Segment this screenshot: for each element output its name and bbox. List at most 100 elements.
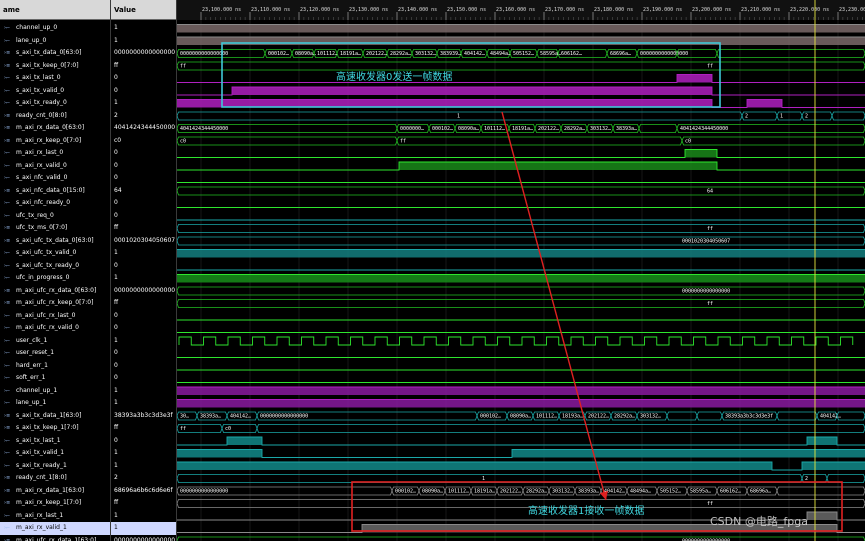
signal-row-user-reset-1[interactable]: ›⌐ user_reset_1 bbox=[0, 347, 110, 360]
value-column-header[interactable]: Value bbox=[111, 0, 176, 20]
signal-row-s-axi-tx-ready-1[interactable]: ›⌐ s_axi_tx_ready_1 bbox=[0, 460, 110, 473]
signal-row-lane-up-0[interactable]: ›⌐ lane_up_0 bbox=[0, 35, 110, 48]
bus-value-label: 18191a… bbox=[340, 51, 361, 57]
signal-row-s-axi-tx-data-0-63-0-[interactable]: ›≡ s_axi_tx_data_0[63:0] bbox=[0, 47, 110, 60]
signal-value: 64 bbox=[114, 186, 122, 194]
signal-row-ready-cnt-0-8-0-[interactable]: ›≡ ready_cnt_0[8:0] bbox=[0, 110, 110, 123]
bit-icon: ›⌐ bbox=[4, 175, 11, 181]
signal-row-s-axi-tx-last-1[interactable]: ›⌐ s_axi_tx_last_1 bbox=[0, 435, 110, 448]
bus-value-label: 0000000000000000 bbox=[682, 289, 730, 295]
signal-row-ufc-in-progress-0[interactable]: ›⌐ ufc_in_progress_0 bbox=[0, 272, 110, 285]
bit-icon: ›⌐ bbox=[4, 37, 11, 44]
signal-row-channel-up-1[interactable]: ›⌐ channel_up_1 bbox=[0, 385, 110, 398]
signal-value: 2 bbox=[114, 474, 118, 481]
signal-row-user-clk-1[interactable]: ›⌐ user_clk_1 bbox=[0, 335, 110, 348]
signal-row-s-axi-tx-ready-0[interactable]: ›⌐ s_axi_tx_ready_0 bbox=[0, 97, 110, 110]
signal-row-s-axi-tx-data-1-63-0-[interactable]: ›≡ s_axi_tx_data_1[63:0] bbox=[0, 410, 110, 423]
signal-row-s-axi-tx-valid-0[interactable]: ›⌐ s_axi_tx_valid_0 bbox=[0, 85, 110, 98]
signal-row-ready-cnt-1-8-0-[interactable]: ›≡ ready_cnt_1[8:0] bbox=[0, 472, 110, 485]
bit-icon: ›⌐ bbox=[4, 512, 11, 519]
signal-row-lane-up-1[interactable]: ›⌐ lane_up_1 bbox=[0, 397, 110, 410]
ruler-label: 23,180.000 ns bbox=[594, 7, 633, 13]
bit-icon: ›⌐ bbox=[4, 362, 11, 369]
signal-row-s-axi-ufc-tx-ready-0[interactable]: ›⌐ s_axi_ufc_tx_ready_0 bbox=[0, 260, 110, 273]
signal-name: s_axi_tx_keep_0[7:0] bbox=[16, 61, 79, 69]
bus-value-label: 606162… bbox=[561, 51, 582, 57]
signal-value: 1 bbox=[114, 386, 118, 394]
signal-row-s-axi-nfc-ready-0[interactable]: ›⌐ s_axi_nfc_ready_0 bbox=[0, 197, 110, 210]
signal-row-m-axi-rx-last-0[interactable]: ›⌐ m_axi_rx_last_0 bbox=[0, 147, 110, 160]
name-column-header[interactable]: ame bbox=[0, 0, 110, 20]
signal-row-s-axi-nfc-valid-0[interactable]: ›⌐ s_axi_nfc_valid_0 bbox=[0, 172, 110, 185]
signal-row-hard-err-1[interactable]: ›⌐ hard_err_1 bbox=[0, 360, 110, 373]
bit-icon: ›⌐ bbox=[4, 162, 11, 169]
signal-row-m-axi-rx-keep-0-7-0-[interactable]: ›≡ m_axi_rx_keep_0[7:0] bbox=[0, 135, 110, 148]
bus-value-label: 18191a… bbox=[474, 489, 495, 495]
signal-value: ff bbox=[114, 299, 119, 306]
signal-row-m-axi-ufc-rx-keep-0-7-0-[interactable]: ›≡ m_axi_ufc_rx_keep_0[7:0] bbox=[0, 297, 110, 310]
bit-icon: ›⌐ bbox=[4, 200, 11, 206]
signal-row-s-axi-ufc-tx-valid-0[interactable]: ›⌐ s_axi_ufc_tx_valid_0 bbox=[0, 247, 110, 260]
signal-row-m-axi-rx-data-0-63-0-[interactable]: ›≡ m_axi_rx_data_0[63:0] bbox=[0, 122, 110, 135]
bus-value-label: 08090a… bbox=[295, 51, 316, 57]
signal-row-channel-up-0[interactable]: ›⌐ channel_up_0 bbox=[0, 22, 110, 35]
signal-name: soft_err_1 bbox=[16, 374, 46, 381]
bit-icon: ›⌐ bbox=[4, 87, 11, 94]
waveform-canvas[interactable]: 23,100.000 ns 23,110.000 ns 23,120.000 ns 2… bbox=[177, 0, 865, 541]
bus-value-label: 4041424344450000 bbox=[180, 126, 228, 132]
signal-name: m_axi_ufc_rx_keep_0[7:0] bbox=[16, 299, 94, 306]
signal-high-fill bbox=[177, 449, 262, 458]
signal-row-s-axi-tx-keep-0-7-0-[interactable]: ›≡ s_axi_tx_keep_0[7:0] bbox=[0, 60, 110, 73]
signal-row-s-axi-tx-last-0[interactable]: ›⌐ s_axi_tx_last_0 bbox=[0, 72, 110, 85]
bus-value-label: 202122… bbox=[538, 126, 559, 132]
signal-high-fill bbox=[685, 149, 717, 158]
bus-value-label: 303132… bbox=[552, 489, 573, 495]
signal-row-m-axi-rx-keep-1-7-0-[interactable]: ›≡ m_axi_rx_keep_1[7:0] bbox=[0, 497, 110, 510]
signal-row-soft-err-1[interactable]: ›⌐ soft_err_1 bbox=[0, 372, 110, 385]
signal-row-m-axi-ufc-rx-last-0[interactable]: ›⌐ m_axi_ufc_rx_last_0 bbox=[0, 310, 110, 323]
bus-value-label: 0000000000000000 bbox=[260, 414, 308, 420]
signal-high-fill bbox=[747, 99, 782, 108]
signal-row-m-axi-rx-last-1[interactable]: ›⌐ m_axi_rx_last_1 bbox=[0, 510, 110, 523]
signal-value: 0 bbox=[114, 311, 118, 319]
signal-name: s_axi_ufc_tx_data_0[63:0] bbox=[16, 236, 94, 244]
bit-icon: ›⌐ bbox=[4, 212, 11, 219]
bus-icon: ›≡ bbox=[4, 62, 11, 69]
signal-row-ufc-tx-req-0[interactable]: ›⌐ ufc_tx_req_0 bbox=[0, 210, 110, 223]
signal-row-m-axi-rx-data-1-63-0-[interactable]: ›≡ m_axi_rx_data_1[63:0] bbox=[0, 485, 110, 498]
bit-icon: ›⌐ bbox=[4, 437, 11, 444]
signal-row-m-axi-ufc-rx-data-0-63-0-[interactable]: ›≡ m_axi_ufc_rx_data_0[63:0] bbox=[0, 285, 110, 298]
signal-name: m_axi_rx_valid_0 bbox=[16, 161, 67, 169]
bus-value-label: 000102… bbox=[432, 126, 453, 132]
signal-row-s-axi-nfc-data-0-15-0-[interactable]: ›≡ s_axi_nfc_data_0[15:0] bbox=[0, 185, 110, 198]
bus-icon: ›≡ bbox=[4, 287, 11, 294]
signal-value: ff bbox=[114, 424, 119, 431]
signal-row-s-axi-tx-valid-1[interactable]: ›⌐ s_axi_tx_valid_1 bbox=[0, 447, 110, 460]
signal-value-pane: Value 1 1 0000000000000000 ff 0 0 1 2 4041424344… bbox=[111, 0, 177, 541]
signal-row-m-axi-ufc-rx-data-1-63-0-[interactable]: ›≡ m_axi_ufc_rx_data_1[63:0] bbox=[0, 535, 110, 541]
signal-value: 1 bbox=[114, 249, 118, 256]
bit-icon: ›⌐ bbox=[4, 75, 11, 81]
bus-icon: ›≡ bbox=[4, 237, 11, 244]
bus-value-label: 202122… bbox=[500, 489, 521, 495]
signal-name: lane_up_0 bbox=[16, 36, 47, 44]
bus-value-label: 404142… bbox=[230, 414, 251, 420]
ruler-label: 23,100.000 ns bbox=[202, 7, 241, 13]
signal-value: 0 bbox=[114, 361, 118, 369]
signal-row-m-axi-rx-valid-1[interactable]: ›⌐ m_axi_rx_valid_1 bbox=[0, 522, 110, 535]
waveform-pane[interactable]: 23,100.000 ns 23,110.000 ns 23,120.000 ns 2… bbox=[177, 0, 865, 541]
bit-icon: ›⌐ bbox=[4, 462, 11, 469]
bus-value-label: 68696a… bbox=[750, 489, 771, 495]
ruler-label: 23,140.000 ns bbox=[398, 7, 437, 13]
signal-high-fill bbox=[177, 24, 865, 33]
signal-row-s-axi-ufc-tx-data-0-63-0-[interactable]: ›≡ s_axi_ufc_tx_data_0[63:0] bbox=[0, 235, 110, 248]
signal-high-fill bbox=[677, 74, 712, 83]
signal-row-m-axi-rx-valid-0[interactable]: ›⌐ m_axi_rx_valid_0 bbox=[0, 160, 110, 173]
ruler-label: 23,160.000 ns bbox=[496, 7, 535, 13]
signal-row-ufc-tx-ms-0-7-0-[interactable]: ›≡ ufc_tx_ms_0[7:0] bbox=[0, 222, 110, 235]
bit-icon: ›⌐ bbox=[4, 337, 11, 344]
signal-value: 1 bbox=[114, 511, 118, 519]
signal-row-s-axi-tx-keep-1-7-0-[interactable]: ›≡ s_axi_tx_keep_1[7:0] bbox=[0, 422, 110, 435]
signal-row-m-axi-ufc-rx-valid-0[interactable]: ›⌐ m_axi_ufc_rx_valid_0 bbox=[0, 322, 110, 335]
bus-value-label: ff bbox=[180, 64, 186, 70]
